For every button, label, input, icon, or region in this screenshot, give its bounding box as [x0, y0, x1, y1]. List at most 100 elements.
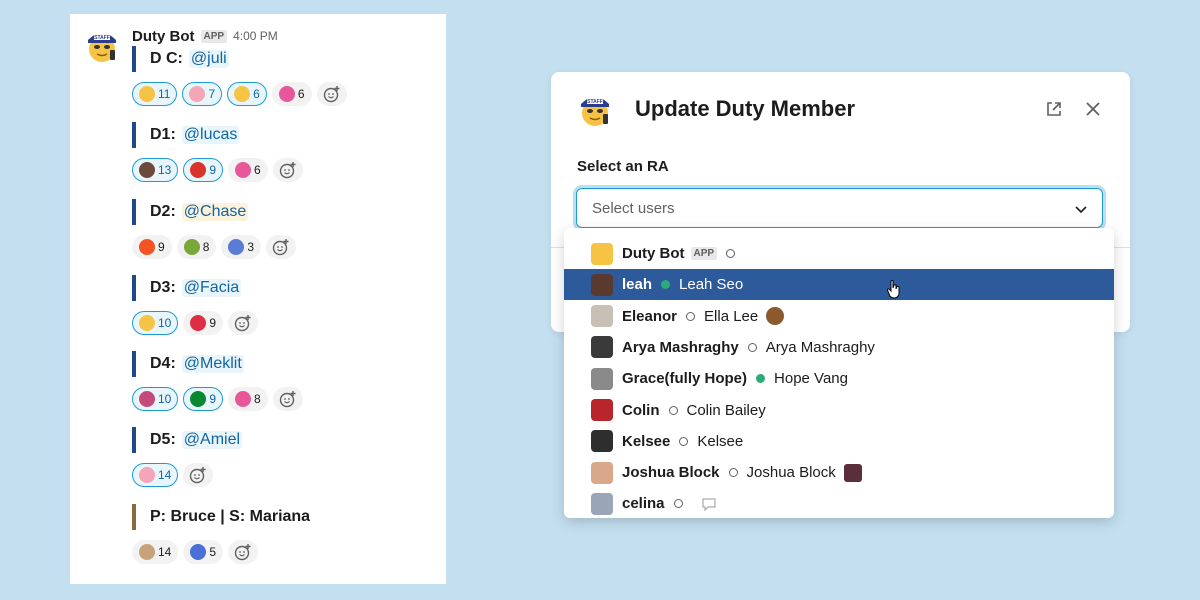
avatar	[591, 492, 613, 515]
duty-line: D3: @Facia	[132, 275, 258, 301]
user-option[interactable]: Joshua Block Joshua Block	[564, 457, 1114, 488]
duty-entry: D C: @juli 11 7 6 6	[132, 46, 347, 107]
dancer-icon	[139, 391, 155, 407]
reaction-pill[interactable]: 6	[227, 82, 267, 106]
reaction-pill[interactable]: 9	[183, 311, 224, 335]
flag-icon	[190, 391, 207, 407]
add-emoji-icon	[234, 544, 251, 561]
speech-bubble-icon	[700, 495, 718, 513]
reaction-pill[interactable]: 9	[183, 387, 224, 411]
reaction-pill[interactable]: 11	[132, 82, 178, 106]
reaction-pill[interactable]: 9	[183, 158, 224, 182]
reaction-count: 14	[158, 545, 172, 559]
muscle-icon	[139, 315, 155, 331]
avatar	[591, 430, 613, 453]
select-users-input[interactable]: Select users	[576, 188, 1103, 228]
reaction-bar: 13 9 6	[132, 157, 303, 183]
add-reaction-button[interactable]	[266, 235, 297, 259]
message-time[interactable]: 4:00 PM	[233, 29, 278, 43]
reaction-pill[interactable]: 14	[132, 540, 179, 564]
user-real-name: Hope Vang	[774, 370, 848, 388]
reaction-pill[interactable]: 6	[271, 82, 312, 106]
reaction-pill[interactable]: 13	[132, 158, 179, 182]
reaction-pill[interactable]: 9	[132, 235, 172, 259]
user-mention[interactable]: @Amiel	[181, 431, 243, 449]
user-option[interactable]: Kelsee Kelsee	[564, 426, 1114, 457]
add-reaction-button[interactable]	[183, 463, 214, 487]
reaction-pill[interactable]: 3	[221, 235, 262, 259]
user-option[interactable]: Duty Bot APP	[564, 238, 1114, 269]
user-display-name: Joshua Block	[622, 464, 720, 482]
add-reaction-button[interactable]	[272, 158, 303, 182]
bot-avatar-icon: STAFF	[581, 97, 609, 126]
modal-title: Update Duty Member	[635, 96, 856, 121]
bubble-tea-icon	[139, 544, 155, 560]
message-panel: STAFF Duty Bot APP 4:00 PM D C: @juli 11 7 6…	[70, 14, 446, 584]
reaction-pill[interactable]: 8	[228, 387, 268, 411]
drink-icon	[139, 467, 155, 483]
close-icon[interactable]	[1083, 99, 1103, 119]
add-emoji-icon	[323, 86, 340, 103]
user-real-name: Colin Bailey	[686, 401, 766, 419]
user-display-name: leah	[622, 276, 653, 294]
user-option[interactable]: leah Leah Seo	[564, 269, 1114, 301]
duty-entry: D4: @Meklit 10 9 8	[132, 351, 303, 412]
user-dropdown: Duty Bot APP leah Leah Seo Eleanor Ella Lee Ar…	[564, 228, 1114, 518]
reaction-count: 8	[254, 392, 261, 406]
user-real-name: Leah Seo	[679, 276, 744, 294]
user-option[interactable]: celina	[564, 488, 1114, 518]
duty-label: D5:	[150, 431, 176, 448]
user-mention[interactable]: @juli	[188, 50, 229, 68]
status-away-icon	[726, 249, 736, 258]
add-reaction-button[interactable]	[228, 311, 259, 335]
user-mention[interactable]: @Meklit	[181, 355, 244, 373]
heart-icon	[278, 86, 295, 102]
status-away-icon	[673, 499, 683, 509]
reaction-count: 6	[254, 163, 261, 177]
svg-text:STAFF: STAFF	[587, 99, 603, 105]
reaction-pill[interactable]: 6	[228, 158, 268, 182]
castle-icon	[190, 544, 207, 560]
add-emoji-icon	[279, 391, 296, 408]
avatar	[591, 305, 613, 328]
user-mention[interactable]: @Chase	[181, 203, 249, 221]
user-real-name: Joshua Block	[746, 464, 836, 482]
select-users-placeholder: Select users	[592, 200, 675, 217]
reaction-pill[interactable]: 10	[132, 387, 179, 411]
reaction-pill[interactable]: 14	[132, 463, 179, 487]
user-mention[interactable]: @lucas	[181, 126, 240, 144]
reaction-bar: 11 7 6 6	[132, 81, 347, 107]
external-link-icon[interactable]	[1045, 100, 1063, 118]
add-reaction-button[interactable]	[228, 540, 259, 564]
duty-label: D1:	[150, 126, 176, 143]
duty-line: D1: @lucas	[132, 122, 303, 148]
status-active-icon	[756, 374, 766, 384]
user-mention[interactable]: @Facia	[181, 279, 242, 297]
user-option[interactable]: Eleanor Ella Lee	[564, 301, 1114, 332]
bot-avatar-icon[interactable]: STAFF	[82, 24, 122, 64]
user-option[interactable]: Grace(fully Hope) Hope Vang	[564, 363, 1114, 394]
windows-icon	[139, 239, 155, 255]
reaction-pill[interactable]: 10	[132, 311, 179, 335]
chevron-down-icon[interactable]	[1074, 202, 1088, 216]
user-option[interactable]: Colin Colin Bailey	[564, 395, 1114, 426]
status-away-icon	[668, 405, 678, 415]
status-away-icon	[728, 468, 738, 478]
add-reaction-button[interactable]	[272, 387, 303, 411]
user-display-name: Colin	[622, 401, 660, 419]
user-display-name: Arya Mashraghy	[622, 338, 739, 356]
heart-icon	[235, 391, 252, 407]
status-away-icon	[686, 311, 696, 321]
bot-name[interactable]: Duty Bot	[132, 28, 195, 45]
user-option[interactable]: Arya Mashraghy Arya Mashraghy	[564, 332, 1114, 363]
reaction-count: 14	[158, 468, 172, 482]
user-real-name: Ella Lee	[704, 307, 759, 325]
add-reaction-button[interactable]	[316, 82, 347, 106]
reaction-pill[interactable]: 5	[183, 540, 224, 564]
status-away-icon	[747, 342, 757, 352]
sign-icon	[190, 162, 207, 178]
user-real-name: Kelsee	[697, 432, 744, 450]
reaction-pill[interactable]: 7	[182, 82, 223, 106]
user-display-name: Grace(fully Hope)	[622, 370, 748, 388]
reaction-pill[interactable]: 8	[176, 235, 217, 259]
